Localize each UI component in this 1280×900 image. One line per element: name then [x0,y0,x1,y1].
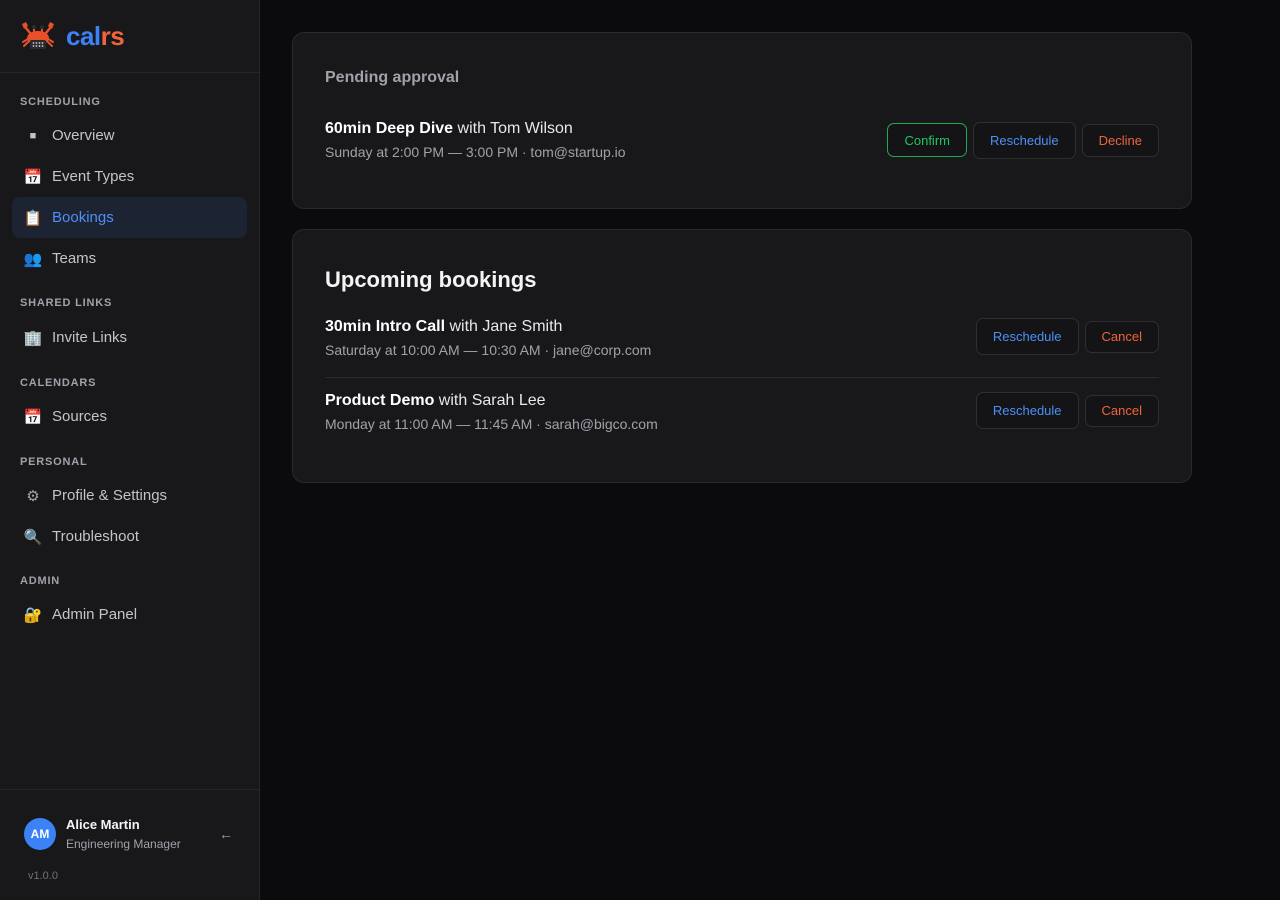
booking-details: Sunday at 2:00 PM — 3:00 PM · tom@startu… [325,144,626,160]
booking-info: 60min Deep Dive with Tom Wilson Sunday a… [325,120,626,160]
list-item: 30min Intro Call with Jane Smith Saturda… [325,318,1159,378]
crab-icon [20,18,56,54]
booking-info: Product Demo with Sarah Lee Monday at 11… [325,392,658,432]
sidebar-item-admin-panel[interactable]: 🔐 Admin Panel [12,594,247,635]
sidebar-item-label: Troubleshoot [52,528,139,545]
sidebar-item-overview[interactable]: ■ Overview [12,115,247,156]
cancel-button[interactable]: Cancel [1084,394,1159,427]
user-name: Alice Martin [66,817,140,832]
pending-approval-card: Pending approval 60min Deep Dive with To… [292,32,1192,209]
decline-button[interactable]: Decline [1081,123,1159,157]
sidebar-item-label: Sources [52,408,108,425]
section-label-calendars: CALENDARS [20,377,97,389]
sidebar-item-sources[interactable]: 📅 Sources [12,396,247,437]
section-label-shared-links: SHARED LINKS [20,297,113,309]
booking-attendee: with Sarah Lee [438,392,546,409]
section-label-scheduling: SCHEDULING [20,96,101,108]
sidebar-item-label: Bookings [52,209,114,226]
sidebar-item-label: Profile & Settings [52,487,168,504]
app-root: cal rs SCHEDULING ■ Overview 📅 Event Type… [0,0,1280,900]
upcoming-bookings-list: 30min Intro Call with Jane Smith Saturda… [325,293,1159,482]
booking-title: Product Demo with Sarah Lee [325,392,658,410]
booking-info: 30min Intro Call with Jane Smith Saturda… [325,318,651,358]
clipboard-icon: 📋 [23,209,43,227]
confirm-button[interactable]: Confirm [887,123,967,157]
sidebar-item-label: Event Types [52,168,135,185]
app-version: v1.0.0 [28,870,58,882]
brand-name-part1: cal [66,20,101,51]
sidebar-item-invite-links[interactable]: 🏢 Invite Links [12,317,247,358]
sidebar-item-teams[interactable]: 👥 Teams [12,238,247,279]
booking-event-name: Product Demo [325,392,435,409]
office-building-icon: 🏢 [23,329,43,347]
upcoming-bookings-card: Upcoming bookings 30min Intro Call with … [292,229,1192,483]
brand-name: cal rs [66,20,125,52]
square-icon: ■ [29,129,37,142]
cancel-button[interactable]: Cancel [1084,320,1159,353]
section-label-personal: PERSONAL [20,456,88,468]
gear-icon: ⚙ [26,487,40,505]
pending-title: Pending approval [325,69,460,86]
avatar: AM [24,818,56,850]
brand[interactable]: cal rs [0,0,259,73]
reschedule-button[interactable]: Reschedule [972,121,1076,159]
booking-details: Monday at 11:00 AM — 11:45 AM · sarah@bi… [325,416,658,432]
sidebar-item-event-types[interactable]: 📅 Event Types [12,156,247,197]
booking-event-name: 30min Intro Call [325,318,446,335]
lock-with-key-icon: 🔐 [23,606,43,624]
sidebar-item-bookings[interactable]: 📋 Bookings [12,197,247,238]
sidebar-item-label: Invite Links [52,329,128,346]
booking-actions: Confirm Reschedule Decline [887,121,1159,159]
main-content: Pending approval 60min Deep Dive with To… [260,0,1280,900]
list-item: Product Demo with Sarah Lee Monday at 11… [325,378,1159,436]
pending-booking-row: 60min Deep Dive with Tom Wilson Sunday a… [325,87,1159,208]
sidebar-item-label: Overview [52,127,115,144]
user-role: Engineering Manager [66,837,181,851]
booking-attendee: with Tom Wilson [457,120,573,137]
booking-title: 30min Intro Call with Jane Smith [325,318,651,336]
user-block: AM Alice Martin Engineering Manager ← v1… [0,789,259,900]
sidebar-item-profile-settings[interactable]: ⚙ Profile & Settings [12,475,247,516]
reschedule-button[interactable]: Reschedule [975,318,1079,355]
upcoming-title: Upcoming bookings [325,267,537,292]
booking-actions: Reschedule Cancel [975,392,1159,429]
sidebar-item-label: Teams [52,250,97,267]
sidebar-item-label: Admin Panel [52,606,138,623]
reschedule-button[interactable]: Reschedule [975,392,1079,429]
magnifier-icon: 🔍 [23,528,43,546]
people-icon: 👥 [23,250,43,268]
booking-title: 60min Deep Dive with Tom Wilson [325,120,626,138]
section-label-admin: ADMIN [20,575,61,587]
booking-actions: Reschedule Cancel [975,318,1159,355]
user-profile[interactable]: AM Alice Martin Engineering Manager [24,817,235,851]
logout-arrow-icon[interactable]: ← [219,826,233,842]
calendar-icon: 📅 [23,168,43,186]
booking-attendee: with Jane Smith [449,318,563,335]
booking-details: Saturday at 10:00 AM — 10:30 AM · jane@c… [325,342,652,358]
booking-event-name: 60min Deep Dive [325,120,454,137]
sidebar-nav: SCHEDULING ■ Overview 📅 Event Types 📋 Bo… [0,73,259,789]
sidebar: cal rs SCHEDULING ■ Overview 📅 Event Type… [0,0,260,900]
sidebar-item-troubleshoot[interactable]: 🔍 Troubleshoot [12,516,247,557]
brand-name-part2: rs [100,20,125,51]
calendar-icon: 📅 [23,408,43,426]
